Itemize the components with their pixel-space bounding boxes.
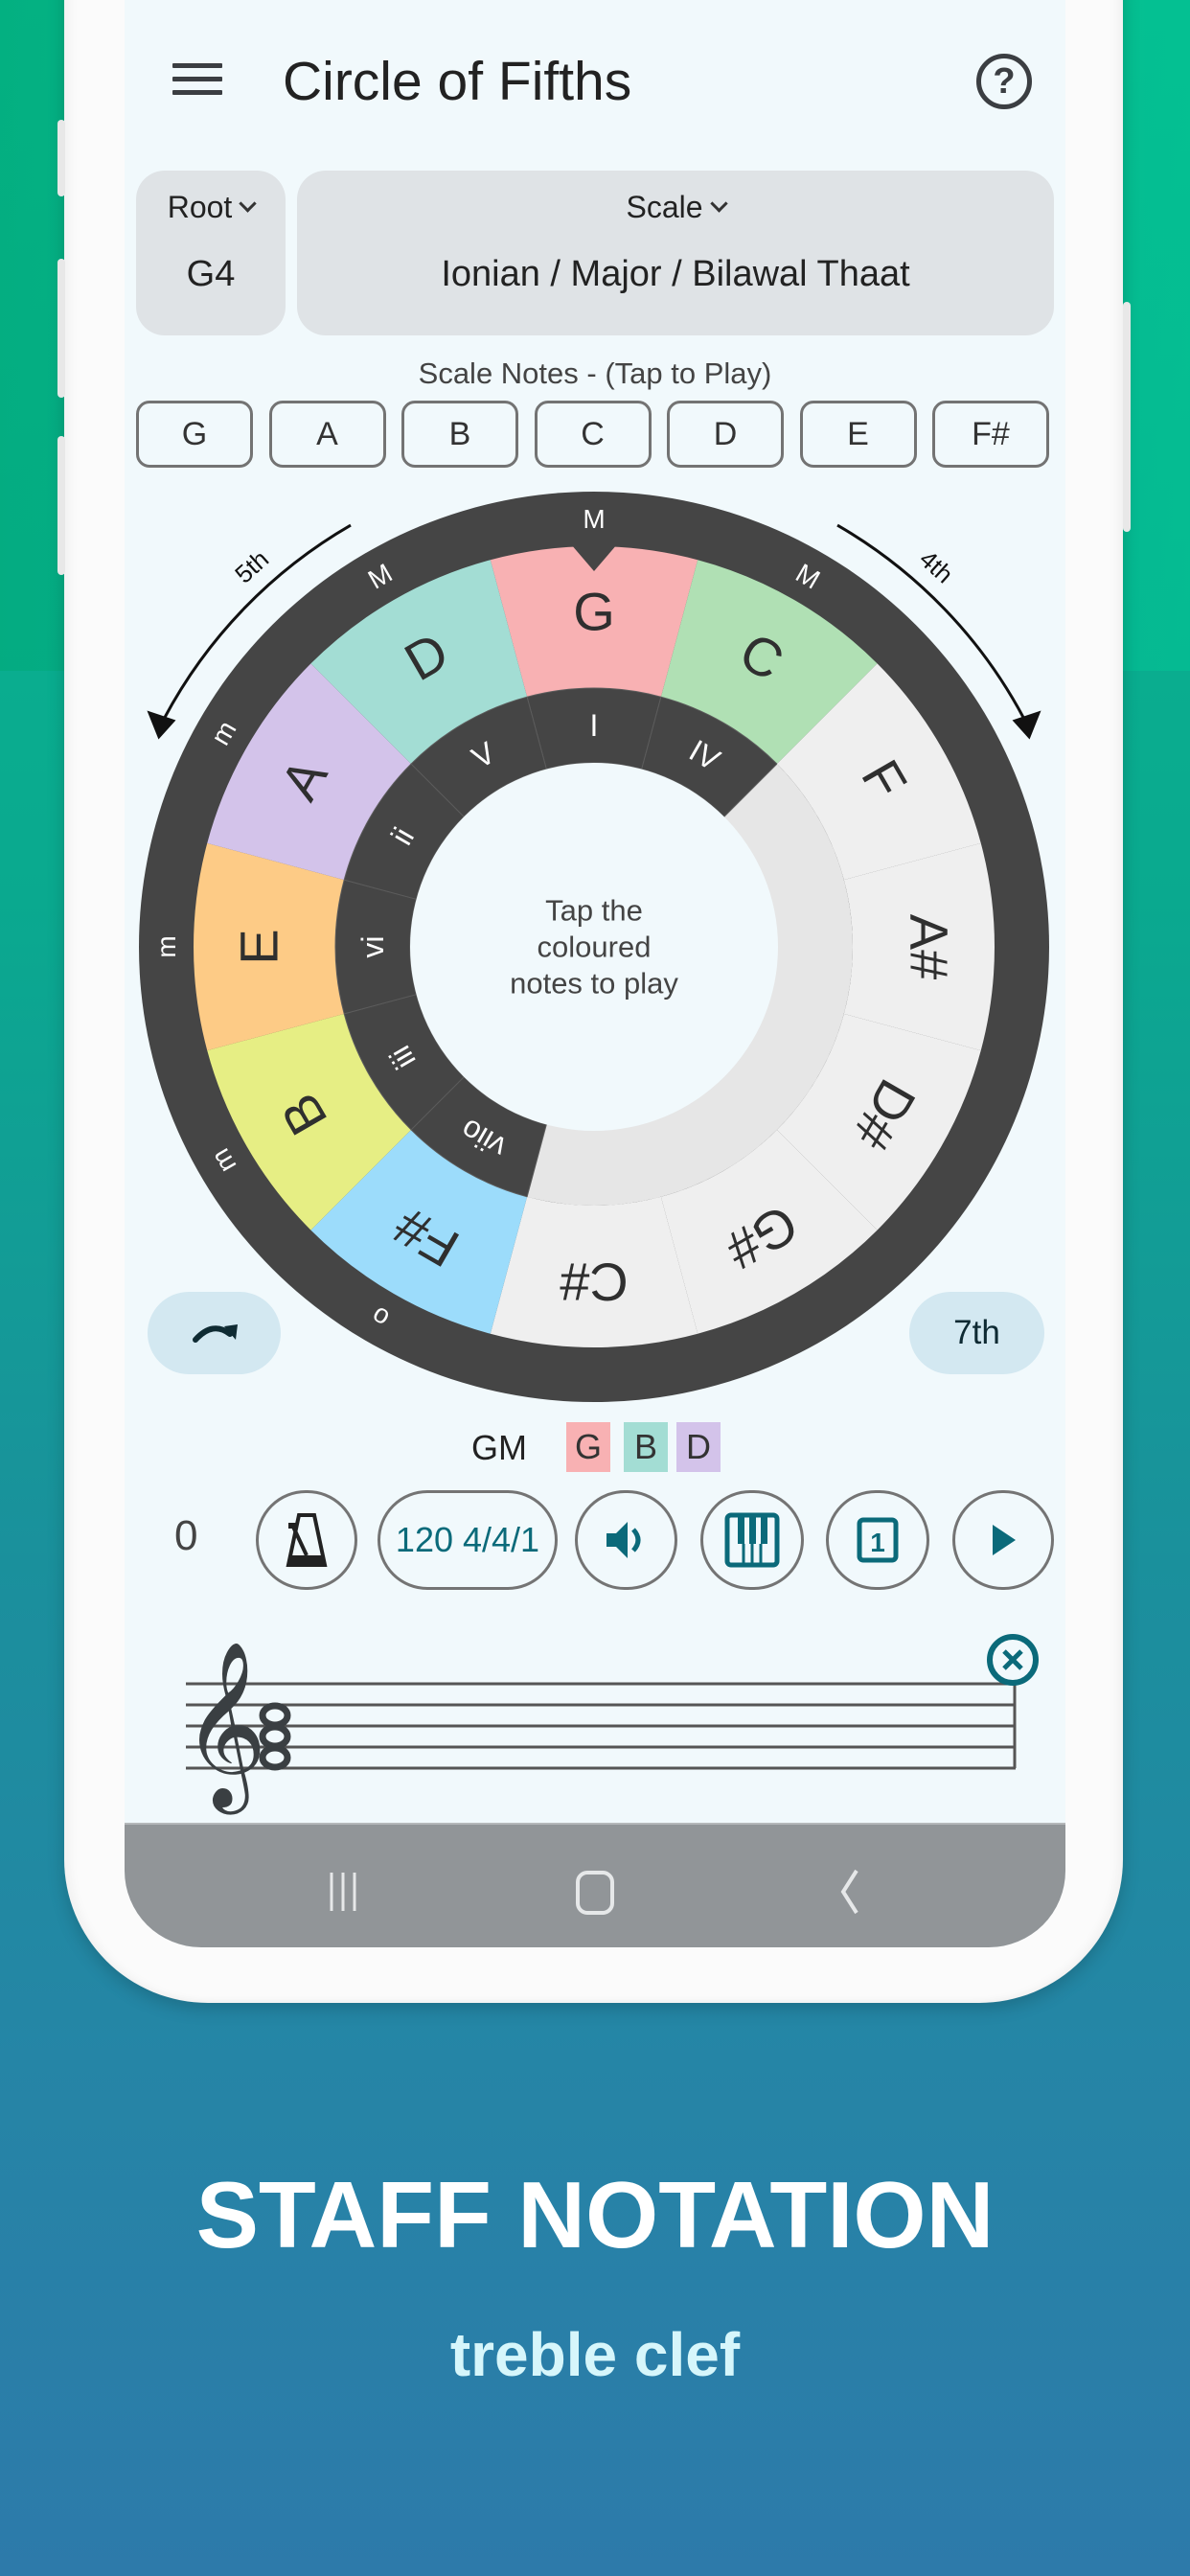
scale-note-button[interactable]: D xyxy=(667,401,784,468)
help-button[interactable]: ? xyxy=(976,54,1032,109)
chevron-down-icon xyxy=(239,195,257,213)
phone-power-button xyxy=(1123,302,1131,532)
rotate-clockwise-icon xyxy=(193,1324,238,1343)
scale-notes-label: Scale Notes - (Tap to Play) xyxy=(418,356,772,390)
phone-volume-up xyxy=(57,259,65,398)
clear-staff-button[interactable] xyxy=(987,1634,1039,1686)
hamburger-line xyxy=(172,77,222,81)
fourth-label: 4th xyxy=(914,544,959,588)
chord-note-chip: G xyxy=(566,1422,610,1472)
piano-button[interactable] xyxy=(700,1490,804,1590)
staff-lines xyxy=(186,1682,1017,1770)
chord-quality-label: m xyxy=(151,935,181,957)
scale-note-button[interactable]: E xyxy=(799,401,917,468)
scale-note-button[interactable]: A xyxy=(268,401,386,468)
promo-title: STAFF NOTATION xyxy=(195,2162,995,2267)
help-circle-icon: ? xyxy=(993,61,1016,102)
scale-value: Ionian / Major / Bilawal Thaat xyxy=(441,254,910,294)
bar-one-icon: 1 xyxy=(857,1517,899,1563)
tempo-button[interactable]: 120 4/4/1 xyxy=(378,1490,558,1590)
roman-numeral-label: vi xyxy=(355,935,390,957)
chord-note-chip: D xyxy=(676,1422,721,1472)
root-value: G4 xyxy=(186,254,236,294)
sound-button[interactable] xyxy=(575,1490,677,1590)
arrowhead-icon xyxy=(1012,710,1041,740)
tempo-value: 120 4/4/1 xyxy=(395,1520,540,1559)
seventh-toggle-button[interactable]: 7th xyxy=(909,1292,1044,1374)
piano-keyboard-icon xyxy=(724,1512,780,1568)
center-hint-text: coloured xyxy=(538,931,652,964)
note-label: A# xyxy=(900,914,960,980)
center-hint-text: notes to play xyxy=(510,967,678,1000)
bar-button[interactable]: 1 xyxy=(826,1490,929,1590)
note-label: G xyxy=(573,582,615,642)
bar-number: 1 xyxy=(870,1528,885,1557)
treble-clef-icon: 𝄞 xyxy=(182,1641,267,1815)
rotate-button[interactable] xyxy=(148,1292,281,1374)
beat-counter: 0 xyxy=(174,1512,198,1559)
menu-button[interactable] xyxy=(172,63,222,96)
android-navbar xyxy=(125,1823,1065,1947)
metronome-icon xyxy=(286,1513,328,1567)
play-icon xyxy=(993,1525,1016,1555)
metronome-button[interactable] xyxy=(256,1490,357,1590)
phone-side-button xyxy=(57,120,65,196)
chord-quality-label: M xyxy=(583,504,605,534)
root-selector[interactable]: Root G4 xyxy=(136,171,286,335)
speaker-icon xyxy=(606,1522,640,1558)
root-label: Root xyxy=(167,190,233,224)
center-hint-text: Tap the xyxy=(545,894,643,928)
arrowhead-icon xyxy=(147,710,176,740)
note-label: C# xyxy=(560,1253,629,1313)
recent-apps-icon[interactable] xyxy=(316,1863,374,1920)
staff-notation: 𝄞 xyxy=(182,1634,1039,1815)
play-button[interactable] xyxy=(952,1490,1054,1590)
back-icon[interactable] xyxy=(820,1863,878,1920)
scale-note-button[interactable]: B xyxy=(401,401,518,468)
scale-note-button[interactable]: C xyxy=(534,401,652,468)
chord-name: GM xyxy=(471,1428,527,1467)
scale-note-button[interactable]: G xyxy=(136,401,253,468)
home-icon[interactable] xyxy=(566,1863,624,1920)
page-title: Circle of Fifths xyxy=(283,51,632,112)
roman-numeral-label: I xyxy=(590,708,599,743)
chevron-down-icon xyxy=(709,195,728,213)
note-label: E xyxy=(229,929,289,964)
chord-note-chip: B xyxy=(624,1422,668,1472)
promo-subtitle: treble clef xyxy=(449,2320,741,2389)
fifth-label: 5th xyxy=(229,544,274,588)
hamburger-menu-icon xyxy=(172,63,222,68)
hamburger-line xyxy=(172,90,222,95)
scale-label: Scale xyxy=(626,190,703,224)
scale-selector[interactable]: Scale Ionian / Major / Bilawal Thaat xyxy=(297,171,1054,335)
app-screen: Circle of Fifths ? Root G4 Scale Ionian … xyxy=(125,0,1065,1947)
scale-note-button[interactable]: F# xyxy=(932,401,1049,468)
phone-volume-down xyxy=(57,436,65,575)
